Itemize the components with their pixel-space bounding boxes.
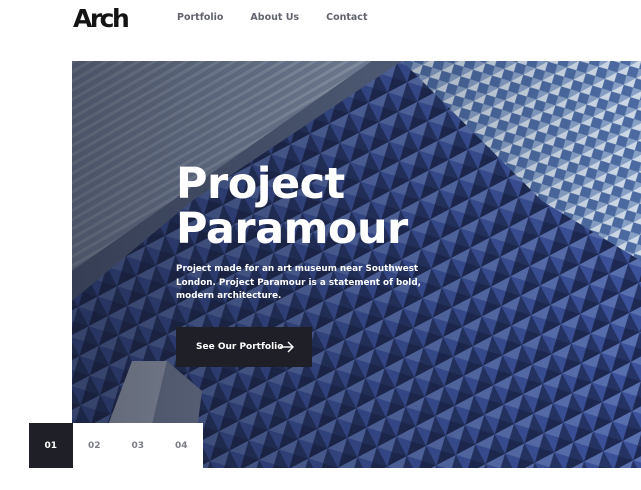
nav-portfolio[interactable]: Portfolio [177, 11, 223, 25]
page-04[interactable]: 04 [159, 423, 203, 468]
main-nav: Portfolio About Us Contact [177, 11, 394, 25]
hero-description: Project made for an art museum near Sout… [176, 264, 421, 301]
hero-title-line1: Project [176, 159, 345, 209]
page-03[interactable]: 03 [116, 423, 160, 468]
logo[interactable]: Arch [73, 4, 130, 34]
hero-title: Project Paramour [176, 162, 456, 252]
page-02[interactable]: 02 [72, 423, 116, 468]
see-portfolio-button[interactable]: See Our Portfolio [176, 327, 312, 367]
page-01[interactable]: 01 [29, 423, 73, 468]
see-portfolio-label: See Our Portfolio [196, 342, 284, 352]
nav-contact[interactable]: Contact [326, 11, 367, 25]
arrow-right-icon [280, 341, 294, 353]
slide-pagination: 01 02 03 04 [29, 423, 203, 468]
hero-title-line2: Paramour [176, 204, 408, 254]
nav-about-us[interactable]: About Us [250, 11, 299, 25]
